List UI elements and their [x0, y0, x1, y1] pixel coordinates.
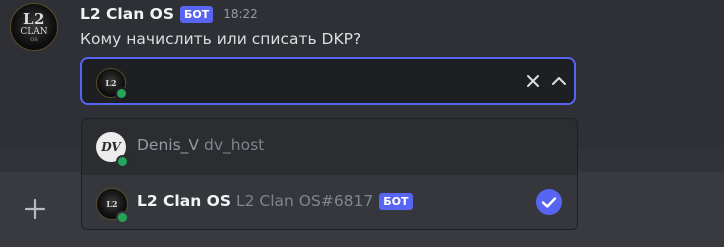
selected-avatar-text: L2 [105, 78, 117, 88]
message-text: Кому начислить или списать DKP? [80, 30, 362, 48]
checkmark-icon [536, 189, 562, 215]
user-select-dropdown: DV Denis_V dv_host L2 L2 Clan OS L2 Clan… [81, 118, 578, 230]
plus-icon[interactable] [22, 196, 48, 222]
option-username: dv_host [204, 136, 265, 154]
option-label: Denis_V dv_host [137, 136, 264, 154]
option-label: L2 Clan OS L2 Clan OS#6817 БОТ [137, 192, 413, 210]
author-name[interactable]: L2 Clan OS [80, 5, 174, 23]
user-select-menu[interactable]: L2 [80, 57, 576, 105]
avatar-text-line3: OS [30, 36, 38, 43]
close-icon[interactable] [522, 70, 544, 92]
select-option-denis[interactable]: DV Denis_V dv_host [82, 119, 577, 174]
avatar-text-line2: CLAN [20, 26, 48, 37]
author-avatar[interactable]: L2 CLAN OS [10, 3, 58, 51]
bot-badge: БОТ [179, 5, 214, 23]
option-display-name: Denis_V [137, 136, 200, 154]
option-display-name: L2 Clan OS [137, 192, 231, 210]
bot-badge: БОТ [379, 192, 413, 210]
chevron-up-icon[interactable] [548, 70, 570, 92]
message-header: L2 Clan OS БОТ 18:22 [80, 4, 258, 24]
avatar-text-line1: L2 [23, 9, 45, 28]
online-status-icon [116, 211, 129, 224]
option-username: L2 Clan OS#6817 [235, 192, 374, 210]
online-status-icon [115, 87, 128, 100]
select-option-l2-clan-os[interactable]: L2 L2 Clan OS L2 Clan OS#6817 БОТ [82, 175, 577, 229]
message-timestamp: 18:22 [223, 7, 258, 21]
online-status-icon [116, 155, 129, 168]
option-avatar-text: L2 [106, 199, 118, 209]
